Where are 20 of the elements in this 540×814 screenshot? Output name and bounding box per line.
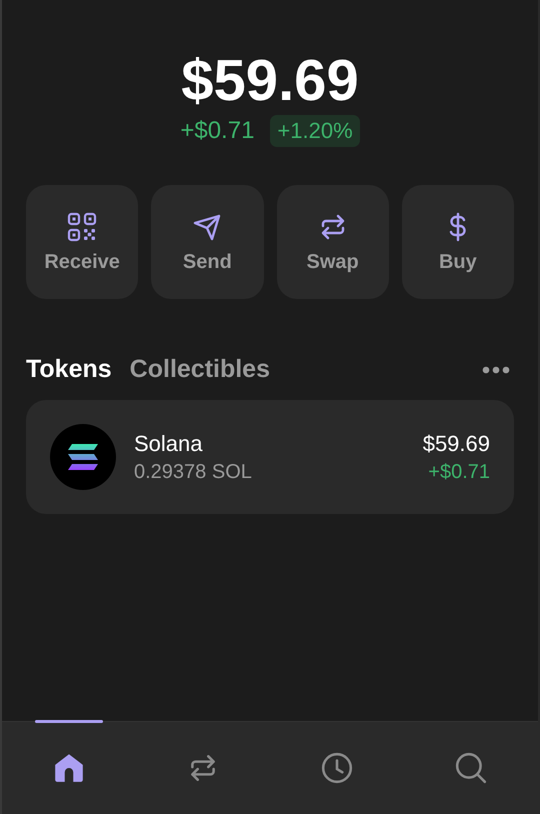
token-amount: 0.29378 SOL <box>134 460 252 484</box>
active-indicator <box>35 720 103 723</box>
token-card[interactable]: Solana 0.29378 SOL $59.69 +$0.71 <box>26 400 514 514</box>
search-icon <box>454 751 488 785</box>
percent-change: +1.20% <box>270 115 360 147</box>
more-icon[interactable] <box>482 366 510 374</box>
swap-button[interactable]: Swap <box>276 185 389 299</box>
send-button[interactable]: Send <box>151 185 264 299</box>
balance-change: +$0.71 <box>180 117 254 145</box>
token-logo-icon <box>50 424 116 490</box>
receive-button[interactable]: Receive <box>26 185 138 299</box>
token-change: +$0.71 <box>428 460 490 484</box>
tab[interactable]: Collectibles <box>130 355 270 384</box>
balance-total: $59.69 <box>181 48 359 114</box>
tab[interactable]: Tokens <box>26 355 112 384</box>
token-name: Solana <box>134 430 204 456</box>
buy-button[interactable]: Buy <box>402 185 514 299</box>
clock-icon <box>320 751 354 785</box>
token-value: $59.69 <box>422 430 490 456</box>
qr-code-icon <box>66 210 98 242</box>
